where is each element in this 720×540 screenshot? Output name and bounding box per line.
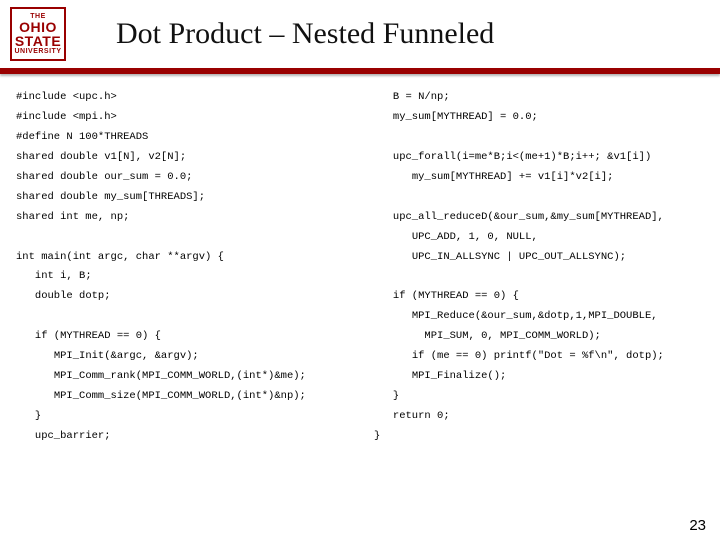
header: THE OHIO STATE UNIVERSITY Dot Product – … <box>0 0 720 68</box>
logo-line-state: STATE <box>15 34 61 48</box>
code-block-right: B = N/np; my_sum[MYTHREAD] = 0.0; upc_fo… <box>374 88 708 447</box>
ohio-state-logo: THE OHIO STATE UNIVERSITY <box>10 7 66 61</box>
page-number: 23 <box>689 517 706 534</box>
code-column-left: #include <upc.h> #include <mpi.h> #defin… <box>16 88 350 504</box>
slide-body: #include <upc.h> #include <mpi.h> #defin… <box>0 74 720 504</box>
code-column-right: B = N/np; my_sum[MYTHREAD] = 0.0; upc_fo… <box>374 88 708 504</box>
code-block-left: #include <upc.h> #include <mpi.h> #defin… <box>16 88 350 447</box>
logo-line-ohio: OHIO <box>19 20 57 34</box>
slide: THE OHIO STATE UNIVERSITY Dot Product – … <box>0 0 720 540</box>
slide-title: Dot Product – Nested Funneled <box>116 17 494 51</box>
logo-line-university: UNIVERSITY <box>14 48 61 55</box>
